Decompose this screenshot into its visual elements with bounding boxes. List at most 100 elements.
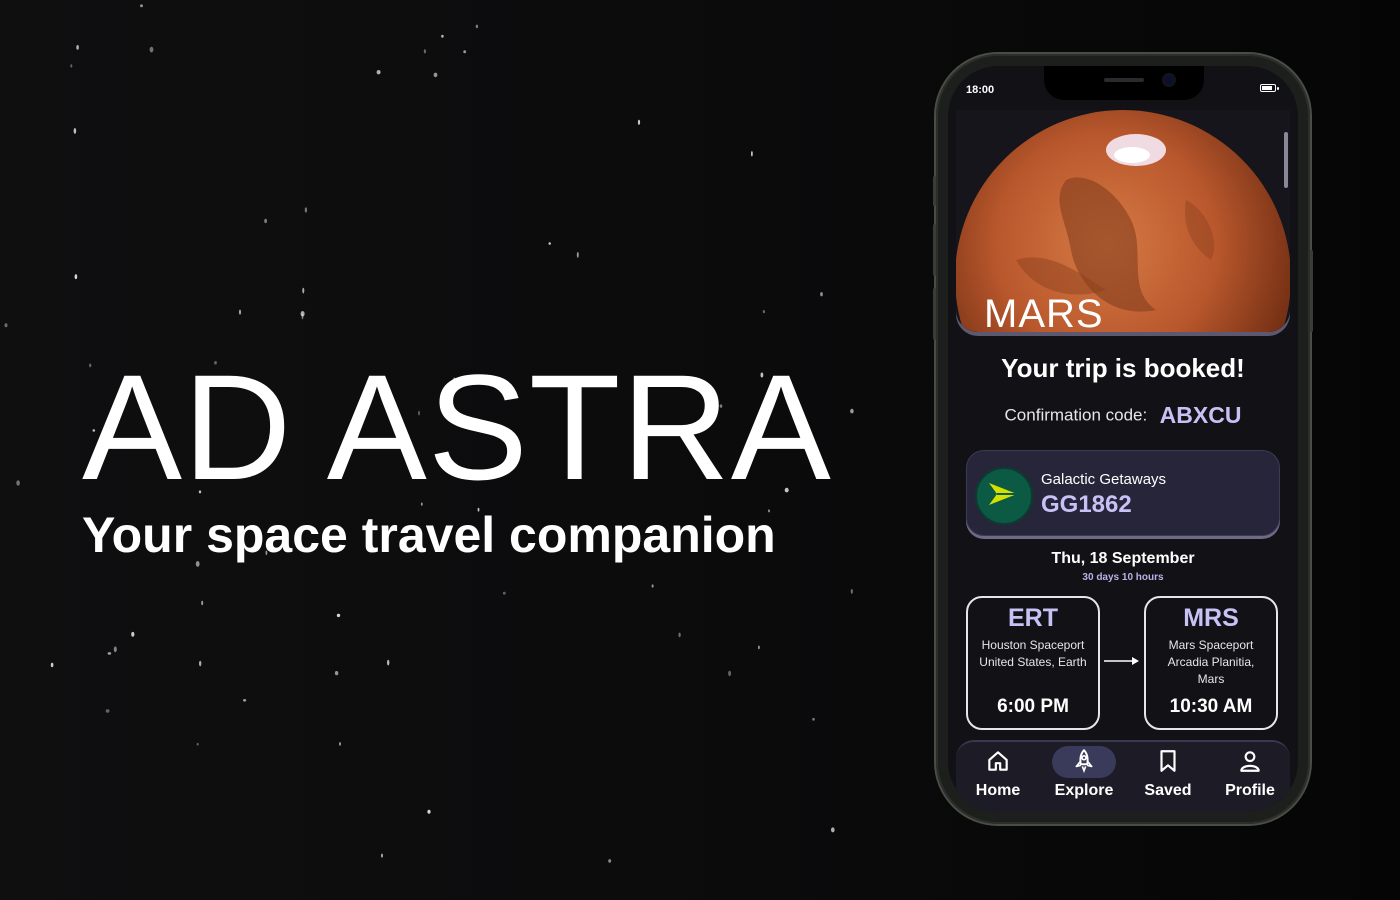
star — [812, 717, 815, 721]
star — [728, 670, 732, 677]
arrival-planet: Mars — [1197, 672, 1225, 686]
departure-code: ERT — [1008, 604, 1058, 632]
star — [758, 645, 760, 650]
star — [381, 853, 383, 858]
nav-saved-label: Saved — [1144, 782, 1192, 799]
star — [850, 408, 854, 414]
star — [304, 207, 308, 213]
departure-spaceport: Houston Spaceport — [981, 638, 1085, 652]
bottom-navigation: Home Explore Saved Profile — [956, 740, 1290, 812]
star — [376, 70, 381, 75]
departure-region: United States, Earth — [979, 655, 1087, 669]
nav-explore-label: Explore — [1054, 782, 1114, 799]
battery-icon — [1260, 84, 1279, 92]
star — [678, 632, 681, 638]
star — [196, 742, 199, 746]
nav-saved[interactable]: Saved — [1128, 748, 1208, 800]
airline-logo — [975, 467, 1033, 525]
star — [576, 251, 579, 258]
star — [238, 309, 242, 315]
star — [502, 591, 506, 595]
arrival-time: 10:30 AM — [1169, 696, 1253, 717]
confirmation-label: Confirmation code: — [1004, 405, 1148, 425]
star — [70, 64, 73, 68]
star — [334, 671, 339, 676]
star — [548, 242, 551, 245]
star — [73, 127, 77, 134]
flight-number: GG1862 — [1041, 491, 1132, 518]
departure-location: Houston Spaceport United States, Earth — [972, 637, 1094, 671]
star — [131, 631, 135, 637]
nav-explore[interactable]: Explore — [1044, 746, 1124, 800]
star — [762, 310, 766, 314]
star — [336, 613, 341, 618]
app-title: AD ASTRA — [82, 343, 832, 511]
app-tagline: Your space travel companion — [82, 507, 776, 563]
rocket-icon — [1075, 749, 1093, 774]
volume-down-button — [933, 288, 936, 340]
confirmation-row: Confirmation code: ABXCU — [948, 402, 1298, 429]
star — [850, 589, 853, 594]
arrival-code: MRS — [1183, 604, 1239, 632]
phone-mockup: MARS 18:00 Your trip is booked! Confirma… — [933, 54, 1313, 824]
star — [140, 4, 143, 8]
destination-title: MARS — [984, 292, 1104, 336]
star — [608, 859, 612, 863]
airline-name: Galactic Getaways — [1041, 471, 1167, 488]
star — [301, 313, 304, 320]
silent-switch — [933, 176, 936, 206]
star — [243, 699, 247, 702]
star — [651, 584, 654, 588]
phone-notch — [1044, 66, 1204, 100]
arrival-region: Arcadia Planitia, — [1167, 655, 1255, 669]
nav-home-label: Home — [975, 782, 1021, 799]
arrival-location: Mars Spaceport Arcadia Planitia, Mars — [1150, 637, 1272, 688]
star — [201, 600, 204, 606]
star — [339, 742, 341, 746]
trip-date: Thu, 18 September — [1051, 550, 1195, 567]
person-icon — [1240, 751, 1260, 772]
star — [113, 646, 117, 653]
volume-up-button — [933, 224, 936, 276]
home-icon — [988, 751, 1008, 771]
star — [300, 311, 305, 317]
status-time: 18:00 — [966, 84, 995, 96]
bookmark-icon — [1160, 750, 1176, 772]
departure-card[interactable]: ERT Houston Spaceport United States, Ear… — [966, 596, 1100, 730]
star — [50, 662, 54, 668]
star — [149, 46, 154, 53]
nav-profile-label: Profile — [1225, 782, 1275, 799]
star — [16, 480, 20, 486]
star — [105, 709, 110, 713]
star — [427, 809, 431, 814]
star — [441, 34, 444, 38]
star — [302, 287, 305, 294]
flight-card[interactable]: Galactic Getaways GG1862 — [966, 450, 1280, 536]
star — [76, 45, 79, 50]
star — [387, 659, 390, 666]
star — [74, 274, 78, 280]
star — [463, 50, 467, 54]
departure-time: 6:00 PM — [997, 696, 1069, 717]
star — [433, 72, 438, 78]
speaker-grille — [1104, 78, 1144, 82]
booking-status-title: Your trip is booked! — [1001, 353, 1245, 383]
star — [831, 827, 835, 833]
power-button — [1310, 250, 1313, 332]
scrollbar[interactable] — [1284, 132, 1288, 188]
star — [820, 292, 823, 297]
star — [4, 323, 8, 328]
confirmation-code: ABXCU — [1159, 402, 1242, 428]
arrow-right-icon — [1104, 657, 1139, 665]
nav-home[interactable]: Home — [958, 748, 1038, 800]
star — [264, 218, 267, 224]
star — [107, 652, 112, 655]
paper-plane-icon — [989, 483, 1017, 505]
arrival-card[interactable]: MRS Mars Spaceport Arcadia Planitia, Mar… — [1144, 596, 1278, 730]
nav-profile[interactable]: Profile — [1210, 748, 1290, 800]
star — [475, 24, 479, 29]
trip-countdown: 30 days 10 hours — [1082, 572, 1164, 583]
star — [199, 660, 202, 667]
camera-icon — [1164, 75, 1174, 85]
star — [423, 49, 426, 54]
